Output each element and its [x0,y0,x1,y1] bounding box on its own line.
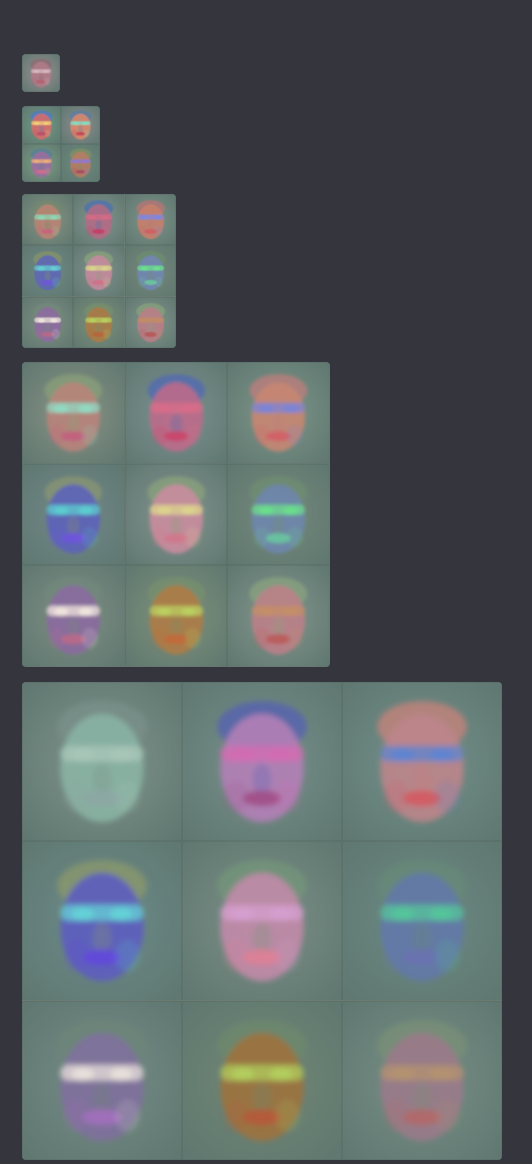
image-attachment-4[interactable] [22,362,330,667]
attachment-3x3-medium-grid [22,362,330,667]
attachment-3x3-small-grid [22,194,176,348]
face-visualization-icon [124,362,228,464]
face-visualization-icon [22,841,182,1001]
face-visualization-icon [22,1000,182,1160]
face-visualization-icon [182,682,342,842]
face-visualization-icon [124,565,228,667]
face-visualization-icon [124,194,176,246]
face-visualization-icon [342,1000,502,1160]
face-visualization-icon [22,682,182,842]
face-visualization-icon [22,463,125,566]
face-visualization-icon [22,194,74,246]
attachment-2x2-grid [22,106,100,182]
face-visualization-icon [342,841,502,1001]
face-visualization-icon [22,296,74,348]
face-visualization-icon [124,296,176,348]
face-visualization-icon [73,194,125,246]
face-visualization-icon [61,144,100,182]
face-visualization-icon [61,106,100,144]
face-visualization-icon [22,362,125,464]
face-visualization-icon [124,245,176,297]
face-visualization-icon [182,841,342,1001]
image-attachment-3[interactable] [22,194,176,348]
image-attachment-2[interactable] [22,106,100,182]
face-visualization-icon [22,54,60,92]
face-visualization-icon [227,565,330,667]
image-attachment-5[interactable] [22,682,502,1160]
face-visualization-icon [227,463,330,566]
face-visualization-icon [22,144,61,182]
image-attachment-1[interactable] [22,54,60,92]
attachment-3x3-large-grid [22,682,502,1160]
chat-image-stack [0,0,532,1164]
face-visualization-icon [342,682,502,842]
face-visualization-icon [182,1000,342,1160]
face-visualization-icon [22,565,125,667]
face-visualization-icon [73,245,125,297]
face-visualization-icon [227,362,330,464]
face-visualization-icon [22,245,74,297]
face-visualization-icon [73,296,125,348]
face-visualization-icon [124,463,228,566]
face-visualization-icon [22,106,61,144]
attachment-1x1-grid [22,54,60,92]
